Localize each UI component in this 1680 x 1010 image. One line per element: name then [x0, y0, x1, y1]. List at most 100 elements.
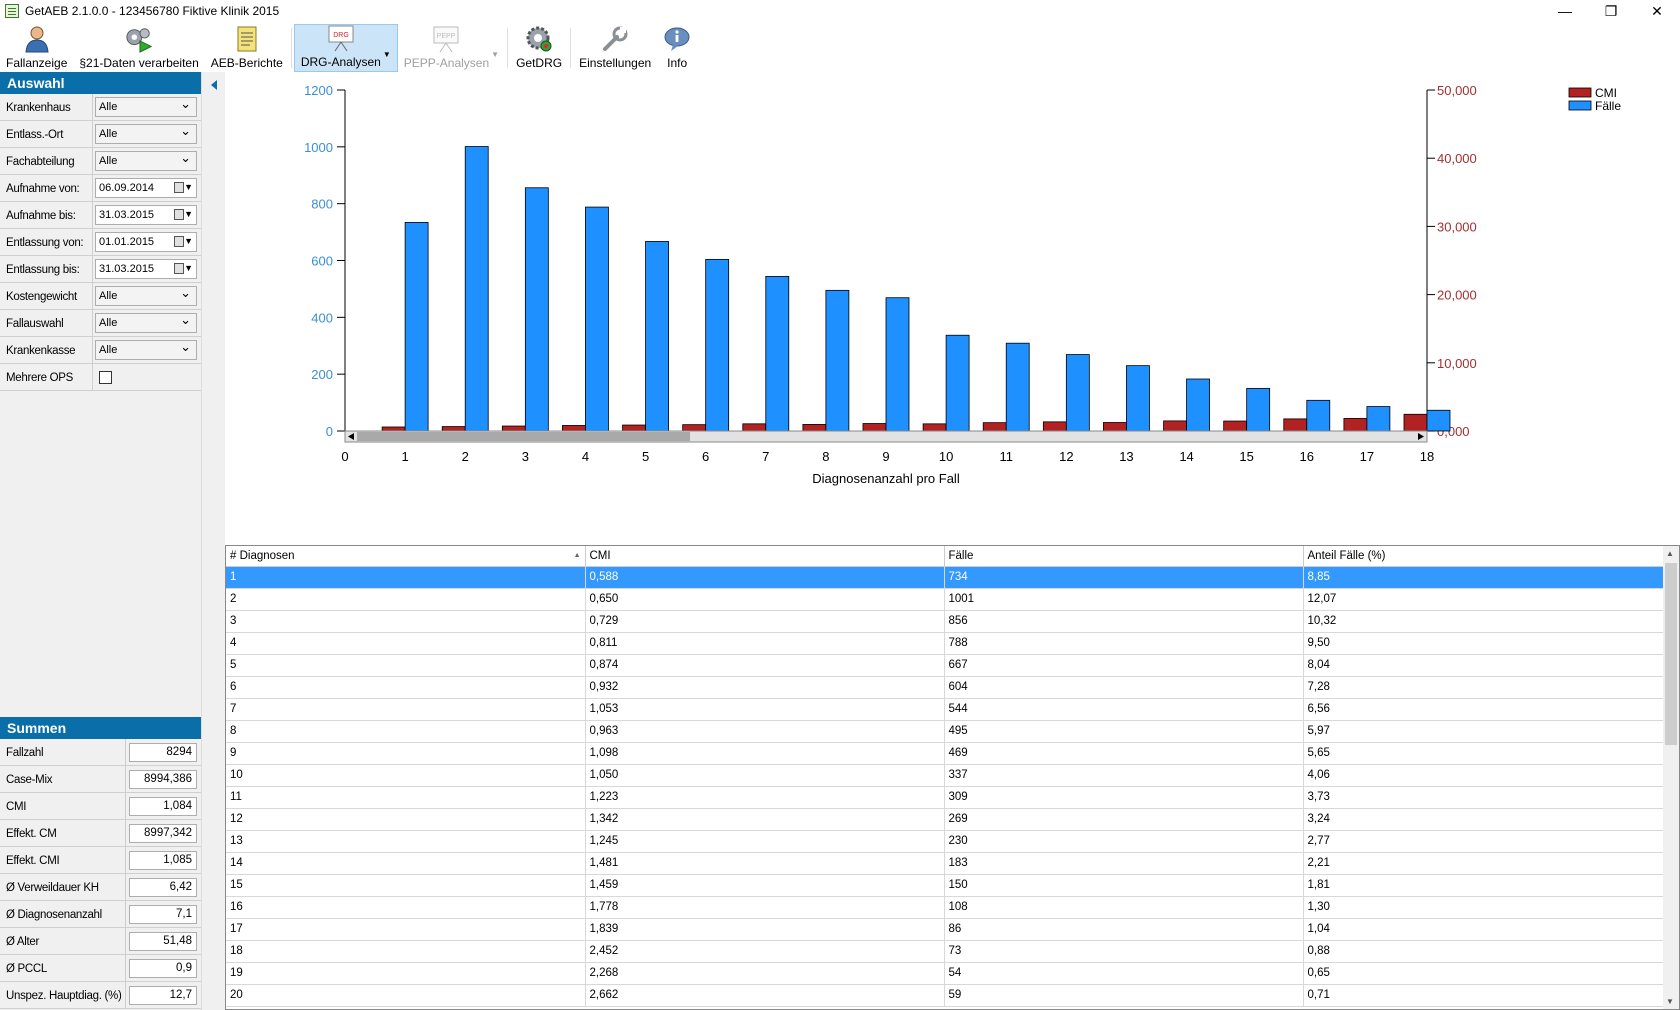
restore-button[interactable]: ❐	[1588, 0, 1634, 22]
getdrg-button[interactable]: GetDRG	[510, 24, 568, 72]
filter-label: Aufnahme von:	[0, 175, 93, 201]
chevron-down-icon[interactable]: ▼	[184, 263, 193, 273]
summen-section: Summen Fallzahl 8294 Case-Mix 8994,386 CMI 1,…	[0, 717, 201, 1009]
table-row[interactable]: 18 2,452 73 0,88	[226, 940, 1664, 963]
drg-analysen-button[interactable]: DRG DRG-Analysen ▼	[293, 24, 398, 72]
table-row[interactable]: 12 1,342 269 3,24	[226, 808, 1664, 831]
cmi-bar	[381, 426, 406, 432]
grid-scrollbar[interactable]: ▲ ▼	[1663, 546, 1679, 1009]
column-header[interactable]: CMI	[585, 546, 945, 567]
filter-dropdown[interactable]: Alle ⌄	[95, 123, 197, 144]
bar-chart: 1200 1000 800 600 400 200 0 50,000 40,000 30,000 2…	[304, 83, 1621, 486]
aeb-berichte-button[interactable]: AEB-Berichte	[205, 24, 289, 72]
table-row[interactable]: 10 1,050 337 4,06	[226, 764, 1664, 787]
chevron-down-icon[interactable]: ⌄	[180, 285, 191, 301]
column-header[interactable]: Anteil Fälle (%)	[1303, 546, 1664, 567]
table-row[interactable]: 16 1,778 108 1,30	[226, 896, 1664, 919]
chevron-down-icon[interactable]: ⌄	[180, 312, 191, 328]
table-row[interactable]: 19 2,268 54 0,65	[226, 962, 1664, 985]
table-row[interactable]: 17 1,839 86 1,04	[226, 918, 1664, 941]
chevron-down-icon[interactable]: ⌄	[180, 123, 191, 139]
filter-value: Alle	[99, 101, 118, 113]
right-tick-label: 20,000	[1437, 288, 1477, 303]
table-row[interactable]: 6 0,932 604 7,28	[226, 676, 1664, 699]
table-row[interactable]: 3 0,729 856 10,32	[226, 610, 1664, 633]
table-cell: 19	[226, 962, 586, 985]
table-cell: 1,053	[585, 698, 945, 721]
date-picker[interactable]: 06.09.2014 ▼	[95, 178, 197, 198]
table-cell: 0,963	[585, 720, 945, 743]
date-picker[interactable]: 01.01.2015 ▼	[95, 232, 197, 252]
column-header-label: Anteil Fälle (%)	[1307, 549, 1386, 562]
drg-dropdown-arrow-icon[interactable]: ▼	[383, 50, 391, 59]
table-cell: 2,268	[585, 962, 945, 985]
info-button[interactable]: Info	[657, 24, 697, 72]
chevron-down-icon[interactable]: ▼	[184, 182, 193, 192]
x-tick-label: 3	[522, 449, 529, 464]
scroll-up-icon[interactable]: ▲	[1666, 549, 1674, 558]
summary-label: Ø Verweildauer KH	[0, 874, 126, 900]
calendar-icon[interactable]	[174, 263, 184, 274]
table-cell: 17	[226, 918, 586, 941]
drg-icon-text: DRG	[333, 32, 349, 39]
table-row[interactable]: 5 0,874 667 8,04	[226, 654, 1664, 677]
filter-dropdown[interactable]: Alle ⌄	[95, 96, 197, 117]
chevron-down-icon[interactable]: ⌄	[180, 96, 191, 112]
table-row[interactable]: 13 1,245 230 2,77	[226, 830, 1664, 853]
filter-dropdown[interactable]: Alle ⌄	[95, 312, 197, 333]
p21-button[interactable]: §21-Daten verarbeiten	[73, 24, 204, 72]
table-row[interactable]: 14 1,481 183 2,21	[226, 852, 1664, 875]
mehrere-ops-checkbox[interactable]	[99, 371, 112, 384]
date-picker[interactable]: 31.03.2015 ▼	[95, 205, 197, 225]
table-cell: 12,07	[1303, 588, 1664, 611]
filter-dropdown[interactable]: Alle ⌄	[95, 150, 197, 171]
filter-dropdown[interactable]: Alle ⌄	[95, 339, 197, 360]
aeb-label: AEB-Berichte	[210, 56, 283, 70]
column-header[interactable]: Fälle	[944, 546, 1304, 567]
calendar-icon[interactable]	[174, 209, 184, 220]
table-row[interactable]: 9 1,098 469 5,65	[226, 742, 1664, 765]
cmi-bar	[1223, 420, 1248, 432]
pepp-dropdown-arrow-icon[interactable]: ▼	[491, 50, 499, 59]
chevron-down-icon[interactable]: ▼	[184, 209, 193, 219]
table-row[interactable]: 1 0,588 734 8,85	[226, 566, 1664, 589]
column-header[interactable]: # Diagnosen ▲	[226, 546, 586, 567]
filter-value: 31.03.2015	[99, 263, 155, 275]
fallanzeige-button[interactable]: Fallanzeige	[0, 24, 73, 72]
table-cell: 337	[944, 764, 1304, 787]
table-cell: 0,932	[585, 676, 945, 699]
chart-scrollbar[interactable]	[344, 430, 1428, 443]
chart-scroll-thumb[interactable]	[357, 432, 690, 441]
scroll-down-icon[interactable]: ▼	[1666, 997, 1674, 1006]
table-cell: 15	[226, 874, 586, 897]
date-picker[interactable]: 31.03.2015 ▼	[95, 259, 197, 279]
table-row[interactable]: 4 0,811 788 9,50	[226, 632, 1664, 655]
collapse-left-icon[interactable]	[211, 80, 217, 90]
table-cell: 856	[944, 610, 1304, 633]
drg-presentation-icon: DRG	[327, 24, 355, 52]
close-button[interactable]: ✕	[1634, 0, 1680, 22]
table-row[interactable]: 2 0,650 1001 12,07	[226, 588, 1664, 611]
filter-dropdown[interactable]: Alle ⌄	[95, 285, 197, 306]
table-row[interactable]: 20 2,662 59 0,71	[226, 984, 1664, 1007]
chevron-down-icon[interactable]: ⌄	[180, 339, 191, 355]
pepp-analysen-button[interactable]: PEPP PEPP-Analysen ▼	[398, 24, 505, 72]
table-row[interactable]: 7 1,053 544 6,56	[226, 698, 1664, 721]
scroll-thumb[interactable]	[1665, 563, 1677, 745]
x-tick-label: 0	[341, 449, 348, 464]
calendar-icon[interactable]	[174, 182, 184, 193]
table-row[interactable]: 15 1,459 150 1,81	[226, 874, 1664, 897]
collapse-panel-bar[interactable]	[201, 72, 225, 1010]
table-row[interactable]: 11 1,223 309 3,73	[226, 786, 1664, 809]
table-row[interactable]: 8 0,963 495 5,97	[226, 720, 1664, 743]
table-cell: 0,811	[585, 632, 945, 655]
table-cell: 6,56	[1303, 698, 1664, 721]
minimize-button[interactable]: —	[1542, 0, 1588, 22]
einstellungen-button[interactable]: Einstellungen	[573, 24, 657, 72]
fallanzeige-label: Fallanzeige	[6, 56, 68, 70]
calendar-icon[interactable]	[174, 236, 184, 247]
chevron-down-icon[interactable]: ⌄	[180, 150, 191, 166]
summary-label: Fallzahl	[0, 739, 126, 765]
chevron-down-icon[interactable]: ▼	[184, 236, 193, 246]
data-grid: # Diagnosen ▲ CMI Fälle Anteil Fälle (%) 1 0,…	[225, 545, 1680, 1010]
